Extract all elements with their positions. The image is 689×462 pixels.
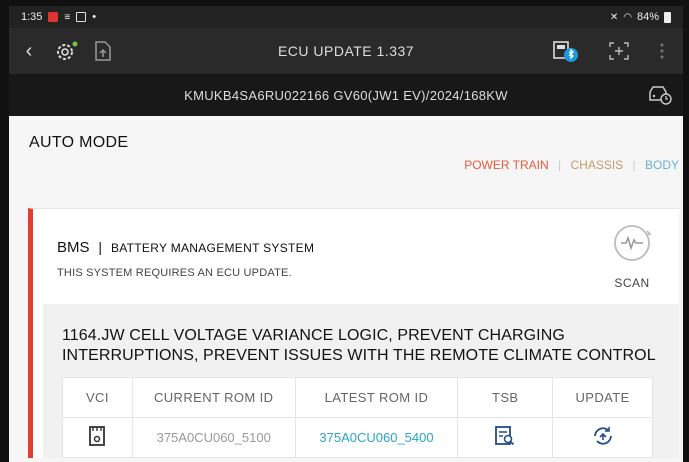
upload-file-button[interactable]	[85, 36, 121, 66]
more-options-button[interactable]	[655, 36, 669, 66]
wifi-icon: ◠	[623, 11, 632, 23]
filter-body[interactable]: BODY	[645, 158, 679, 172]
more-vertical-icon	[660, 43, 664, 59]
vehicle-info-bar: KMUKB4SA6RU022166 GV60(JW1 EV)/2024/168K…	[9, 74, 683, 116]
cast-icon: ≡	[64, 11, 71, 23]
update-sync-icon	[593, 427, 612, 445]
scan-waveform-icon	[614, 225, 652, 261]
update-panel: 1164.JW CELL VOLTAGE VARIANCE LOGIC, PRE…	[43, 304, 679, 458]
vci-bluetooth-button[interactable]	[547, 36, 583, 66]
filter-separator: |	[632, 158, 636, 172]
dot-icon: •	[92, 11, 97, 23]
update-button[interactable]	[552, 417, 653, 458]
back-icon: ‹	[25, 39, 33, 62]
back-button[interactable]: ‹	[9, 40, 49, 63]
app-bar: ‹ ECU UPDATE 1.337	[9, 28, 683, 74]
filter-separator: |	[558, 158, 562, 172]
vehicle-history-button[interactable]	[647, 84, 673, 109]
filter-chassis[interactable]: CHASSIS	[570, 158, 623, 172]
system-note: THIS SYSTEM REQUIRES AN ECU UPDATE.	[57, 267, 292, 279]
app-window: 1:35 ≡ • ✕ ◠ 84% ‹ ECU UPDATE 1.337 KMUK…	[9, 6, 683, 462]
vci-device-icon	[89, 426, 106, 446]
column-vci: VCI	[62, 377, 133, 418]
tsb-document-search-icon	[495, 426, 515, 446]
column-latest-rom: LATEST ROM ID	[294, 377, 459, 418]
mute-icon: ✕	[609, 11, 619, 23]
status-time: 1:35	[21, 11, 43, 23]
system-card: BMS | BATTERY MANAGEMENT SYSTEM THIS SYS…	[28, 208, 679, 458]
battery-percent: 84%	[636, 11, 659, 23]
diagnose-settings-icon	[57, 41, 78, 60]
system-name: BATTERY MANAGEMENT SYSTEM	[110, 241, 315, 255]
column-tsb: TSB	[457, 377, 554, 418]
main-content: AUTO MODE POWER TRAIN | CHASSIS | BODY	[9, 116, 683, 172]
system-filter-bar: POWER TRAIN | CHASSIS | BODY	[9, 152, 683, 172]
vci-bluetooth-icon	[553, 41, 578, 62]
system-separator: |	[98, 239, 103, 255]
battery-icon	[664, 11, 671, 23]
scan-label: SCAN	[614, 276, 650, 290]
vci-cell[interactable]	[62, 417, 133, 458]
status-bar: 1:35 ≡ • ✕ ◠ 84%	[9, 6, 683, 28]
table-header-row: VCI CURRENT ROM ID LATEST ROM ID TSB UPD…	[62, 377, 653, 418]
upload-file-icon	[95, 41, 111, 61]
update-headline: 1164.JW CELL VOLTAGE VARIANCE LOGIC, PRE…	[62, 327, 656, 364]
latest-rom-cell[interactable]: 375A0CU060_5400	[294, 417, 459, 458]
system-code: BMS	[57, 239, 90, 256]
page-title: AUTO MODE	[29, 134, 129, 151]
diagnose-settings-button[interactable]	[49, 36, 85, 66]
column-current-rom: CURRENT ROM ID	[131, 377, 296, 418]
scan-button[interactable]: SCAN	[609, 223, 655, 290]
car-clock-icon	[649, 86, 672, 105]
vehicle-info-text: KMUKB4SA6RU022166 GV60(JW1 EV)/2024/168K…	[184, 87, 508, 103]
document-icon	[76, 12, 87, 22]
tsb-button[interactable]	[457, 417, 554, 458]
calendar-icon	[48, 12, 59, 22]
column-update: UPDATE	[552, 377, 653, 418]
filter-power-train[interactable]: POWER TRAIN	[464, 158, 548, 172]
system-heading: BMS | BATTERY MANAGEMENT SYSTEM	[57, 239, 314, 256]
add-frame-icon	[609, 42, 629, 60]
table-row: 375A0CU060_5100 375A0CU060_5400	[62, 417, 653, 458]
add-frame-button[interactable]	[601, 36, 637, 66]
rom-table: VCI CURRENT ROM ID LATEST ROM ID TSB UPD…	[62, 377, 653, 458]
current-rom-cell: 375A0CU060_5100	[131, 417, 296, 458]
